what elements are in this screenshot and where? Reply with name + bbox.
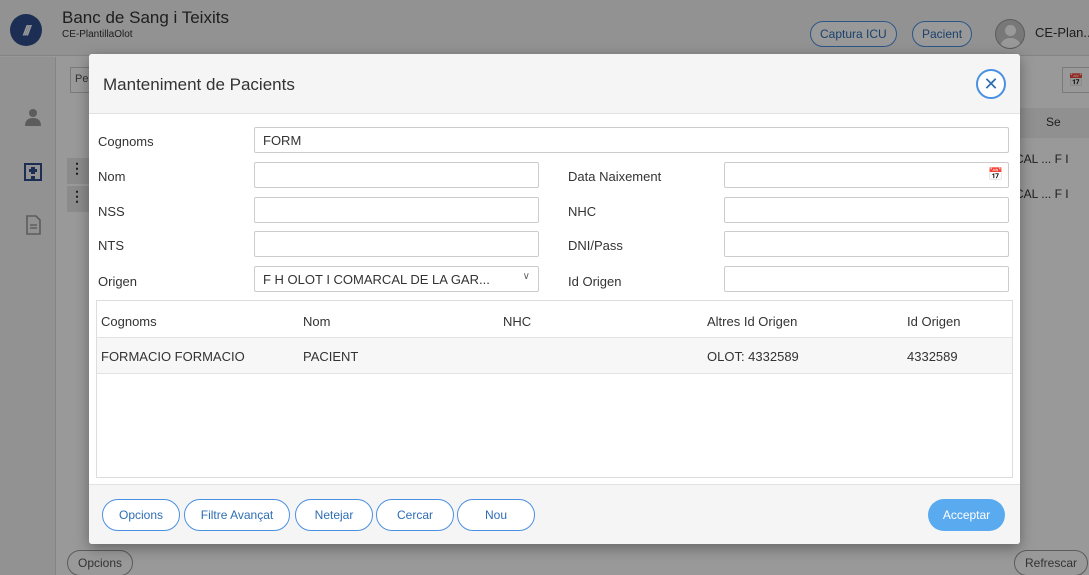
nts-input[interactable]	[254, 231, 539, 257]
nhc-label: NHC	[568, 204, 597, 219]
nom-label: Nom	[98, 169, 126, 184]
close-icon[interactable]: ✕	[976, 69, 1006, 99]
nts-label: NTS	[98, 238, 124, 253]
origen-label: Origen	[98, 274, 138, 289]
table-header: Cognoms Nom NHC Altres Id Origen Id Orig…	[97, 301, 1012, 338]
chevron-down-icon: ∨	[522, 271, 530, 282]
advanced-filter-button[interactable]: Filtre Avançat	[184, 499, 290, 531]
results-table: Cognoms Nom NHC Altres Id Origen Id Orig…	[96, 300, 1013, 478]
calendar-icon[interactable]: 📅	[988, 167, 1003, 181]
modal-title: Manteniment de Pacients	[103, 75, 295, 94]
cell-altres-id-origen: OLOT: 4332589	[707, 349, 799, 364]
nom-input[interactable]	[254, 162, 539, 188]
patient-maintenance-dialog: Manteniment de Pacients ✕ Cognoms Nom Da…	[89, 54, 1020, 544]
column-header-nom[interactable]: Nom	[303, 314, 330, 329]
options-button[interactable]: Opcions	[102, 499, 180, 531]
nhc-input[interactable]	[724, 197, 1009, 223]
column-header-altres-id-origen[interactable]: Altres Id Origen	[707, 314, 797, 329]
accept-button[interactable]: Acceptar	[928, 499, 1005, 531]
id-origen-label: Id Origen	[568, 274, 622, 289]
modal-header: Manteniment de Pacients ✕	[89, 54, 1020, 114]
dni-pass-input[interactable]	[724, 231, 1009, 257]
origen-selected-value: F H OLOT I COMARCAL DE LA GAR...	[263, 272, 490, 287]
column-header-cognoms[interactable]: Cognoms	[101, 314, 157, 329]
clear-button[interactable]: Netejar	[295, 499, 373, 531]
table-row[interactable]: FORMACIO FORMACIO PACIENT OLOT: 4332589 …	[97, 338, 1012, 374]
new-button[interactable]: Nou	[457, 499, 535, 531]
cognoms-input[interactable]	[254, 127, 1009, 153]
column-header-id-origen[interactable]: Id Origen	[907, 314, 960, 329]
origen-select[interactable]: F H OLOT I COMARCAL DE LA GAR... ∨	[254, 266, 539, 292]
cell-id-origen: 4332589	[907, 349, 958, 364]
search-button[interactable]: Cercar	[376, 499, 454, 531]
cell-nom: PACIENT	[303, 349, 359, 364]
nss-label: NSS	[98, 204, 125, 219]
data-naixement-input[interactable]	[724, 162, 1009, 188]
dni-pass-label: DNI/Pass	[568, 238, 623, 253]
id-origen-input[interactable]	[724, 266, 1009, 292]
nss-input[interactable]	[254, 197, 539, 223]
data-naixement-label: Data Naixement	[568, 169, 662, 184]
cell-cognoms: FORMACIO FORMACIO	[101, 349, 245, 364]
column-header-nhc[interactable]: NHC	[503, 314, 531, 329]
cognoms-label: Cognoms	[98, 134, 154, 149]
modal-footer: Opcions Filtre Avançat Netejar Cercar No…	[89, 484, 1020, 544]
